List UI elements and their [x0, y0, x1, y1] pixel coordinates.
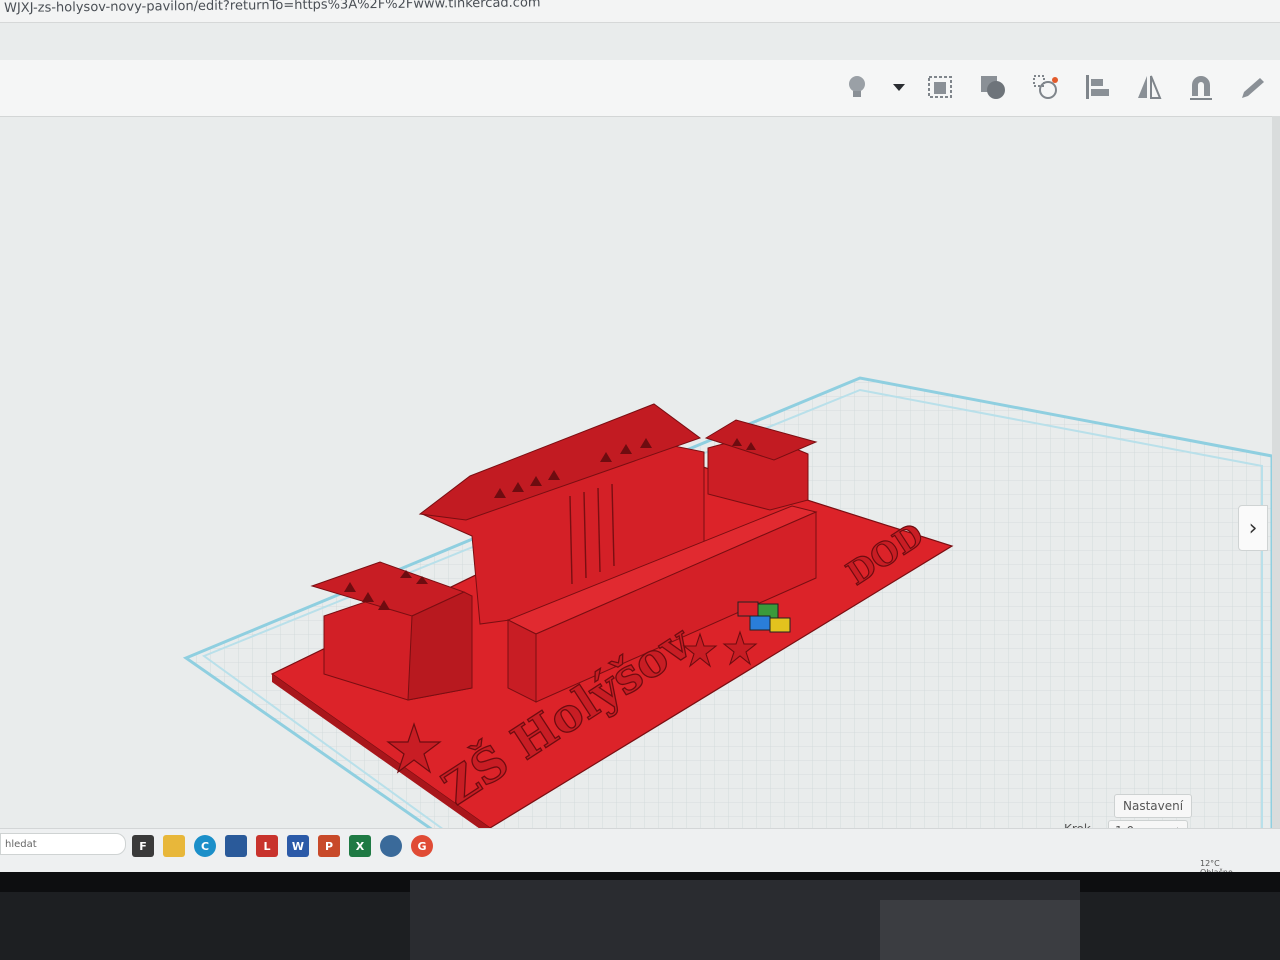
hole-icon[interactable] [974, 68, 1012, 106]
workplane-canvas: ZŠ Holýšov DOD [182, 376, 1274, 858]
panel-toggle-chevron-icon[interactable]: › [1238, 505, 1268, 551]
mirror-icon[interactable] [1130, 68, 1168, 106]
lightbulb-icon[interactable] [838, 68, 876, 106]
right-shape-panel-edge [1272, 116, 1280, 856]
folder-icon[interactable] [163, 835, 185, 857]
shield-icon[interactable] [380, 835, 402, 857]
browser-address-bar[interactable]: WJXJ-zs-holysov-novy-pavilon/edit?return… [0, 0, 1280, 23]
workplane-3d-view[interactable]: ZŠ Holýšov DOD [0, 116, 1280, 858]
taskbar-app-word[interactable]: W [287, 835, 309, 857]
taskbar-app-chrome[interactable]: G [411, 835, 433, 857]
workplane-icon[interactable] [922, 68, 960, 106]
store-icon[interactable] [225, 835, 247, 857]
taskbar-app-edge[interactable]: C [194, 835, 216, 857]
taskbar-search[interactable]: hledat [0, 833, 126, 855]
url-text: WJXJ-zs-holysov-novy-pavilon/edit?return… [4, 0, 541, 16]
magnet-icon[interactable] [1182, 68, 1220, 106]
group-icon[interactable] [1026, 68, 1064, 106]
monitor-screen: WJXJ-zs-holysov-novy-pavilon/edit?return… [0, 0, 1280, 880]
align-icon[interactable] [1078, 68, 1116, 106]
taskbar-app-explorer[interactable]: F [132, 835, 154, 857]
taskbar-app-powerpoint[interactable]: P [318, 835, 340, 857]
desk-object [880, 900, 1080, 960]
tinkercad-toolbar [0, 60, 1280, 117]
notes-icon[interactable] [1234, 68, 1272, 106]
long-block-front [507, 619, 537, 703]
weather-temp: 12°C [1200, 859, 1220, 868]
taskbar-app-excel[interactable]: X [349, 835, 371, 857]
dropdown-icon[interactable] [890, 68, 908, 106]
taskbar-app-l[interactable]: L [256, 835, 278, 857]
settings-button[interactable]: Nastavení [1114, 794, 1193, 818]
